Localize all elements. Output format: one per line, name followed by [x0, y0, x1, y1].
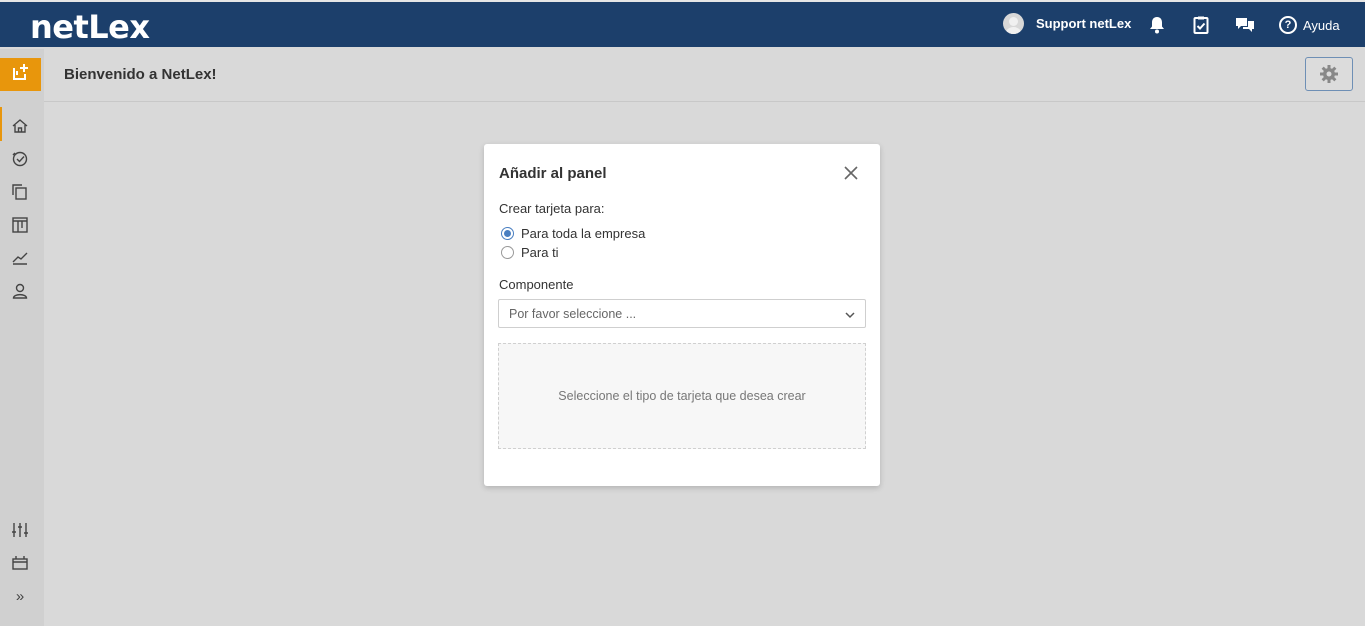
radio-whole-company[interactable]: Para toda la empresa [501, 226, 645, 241]
help-circle-icon: ? [1279, 16, 1297, 34]
chart-icon[interactable] [10, 248, 30, 268]
close-icon[interactable] [842, 164, 860, 182]
gear-icon [1320, 65, 1338, 83]
chat-icon[interactable] [1235, 15, 1255, 35]
user-icon[interactable] [10, 281, 30, 301]
radio-label: Para toda la empresa [521, 226, 646, 241]
expand-icon[interactable]: » [10, 586, 30, 606]
help-button[interactable]: ? Ayuda [1279, 16, 1340, 34]
sliders-icon[interactable] [10, 520, 30, 540]
settings-button[interactable] [1305, 57, 1353, 91]
clipboard-check-icon[interactable] [1191, 15, 1211, 35]
radio-button-checked[interactable] [501, 227, 514, 240]
user-menu[interactable]: Support netLex [1003, 13, 1131, 34]
radio-for-you[interactable]: Para ti [501, 245, 559, 260]
add-to-panel-dialog: Añadir al panel Crear tarjeta para: Para… [484, 144, 880, 486]
active-item-marker [0, 107, 2, 141]
empty-preview-message: Seleccione el tipo de tarjeta que desea … [558, 389, 806, 403]
dialog-title: Añadir al panel [499, 165, 607, 182]
component-select[interactable]: Por favor seleccione ... [498, 299, 866, 328]
sidebar: » [0, 49, 44, 626]
select-placeholder: Por favor seleccione ... [509, 307, 637, 321]
user-avatar-icon [1003, 13, 1024, 34]
documents-icon[interactable] [10, 182, 30, 202]
radio-button[interactable] [501, 246, 514, 259]
add-card-icon [12, 63, 30, 86]
tasks-icon[interactable] [10, 149, 30, 169]
calendar-icon[interactable] [10, 553, 30, 573]
chevron-down-icon [844, 308, 856, 320]
user-name: Support netLex [1036, 16, 1132, 31]
add-card-button[interactable] [0, 58, 41, 91]
help-label: Ayuda [1303, 17, 1340, 33]
home-icon[interactable] [10, 116, 30, 136]
netlex-logo[interactable]: netLex [30, 8, 150, 46]
top-bar: netLex Support netLex ? Ayuda [0, 0, 1365, 47]
page-title: Bienvenido a NetLex! [64, 66, 217, 83]
create-card-for-label: Crear tarjeta para: [499, 201, 605, 216]
page-header: Bienvenido a NetLex! [44, 49, 1365, 102]
kanban-icon[interactable] [10, 215, 30, 235]
bell-icon[interactable] [1147, 15, 1167, 35]
card-preview-area: Seleccione el tipo de tarjeta que desea … [498, 343, 866, 449]
radio-label: Para ti [521, 245, 559, 260]
component-label: Componente [499, 277, 574, 292]
